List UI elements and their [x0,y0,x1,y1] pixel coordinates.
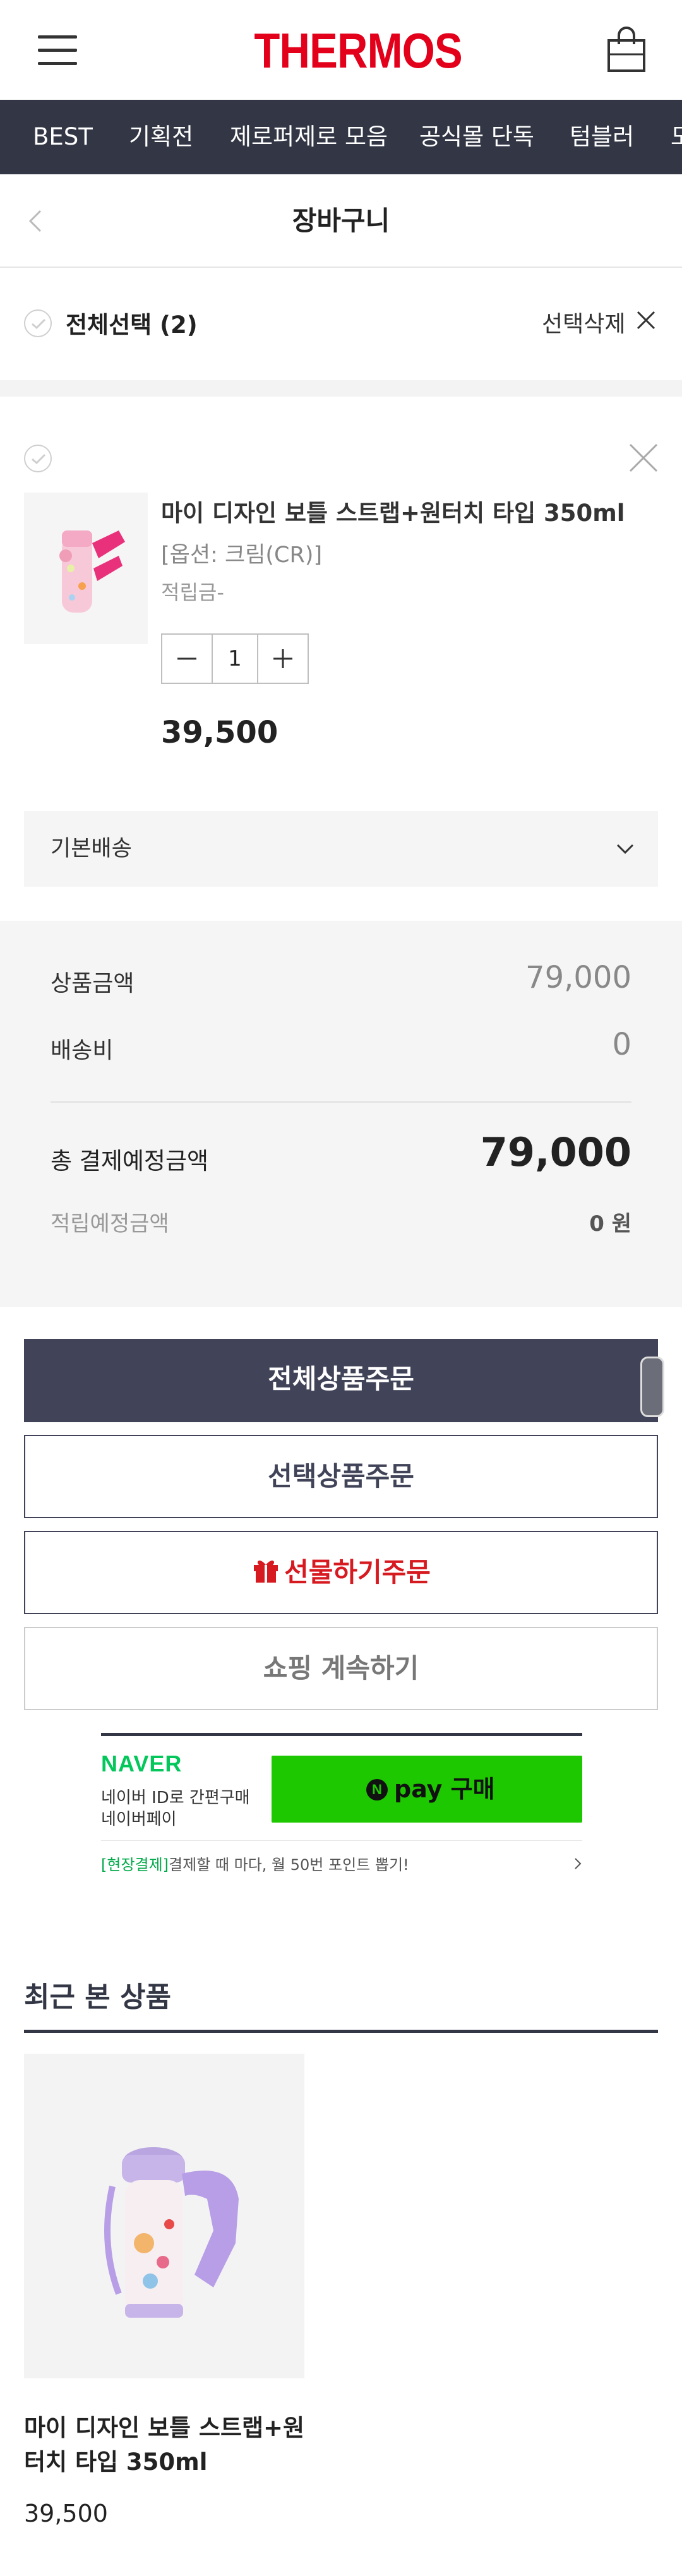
header: THERMOS [0,0,682,100]
select-all-row: 전체선택 (2) 선택삭제 [0,268,682,380]
shipping-method-select[interactable]: 기본배송 [24,811,658,887]
total-label: 총 결제예정금액 [51,1147,209,1175]
recent-products-title: 최근 본 상품 [24,1981,172,2013]
shipping-fee-label: 배송비 [51,1038,114,1063]
points-label: 적립예정금액 [51,1211,169,1237]
gift-order-label: 선물하기주문 [284,1557,431,1588]
section-divider [0,380,682,397]
gift-order-button[interactable]: 선물하기주문 [24,1531,658,1614]
delete-selected-button[interactable]: 선택삭제 [542,306,625,338]
thermos-logo[interactable]: THERMOS [254,23,462,78]
naver-logo: NAVER [101,1751,182,1776]
plus-icon [273,649,292,668]
scroll-handle[interactable] [640,1357,664,1417]
category-item-more[interactable]: 도 [671,100,682,174]
cart-item-name[interactable]: 마이 디자인 보틀 스트랩+원터치 타입 350ml [161,494,625,528]
naver-pay-desc-1: 네이버 ID로 간편구매 [101,1788,250,1807]
cart-item-thumbnail[interactable] [24,493,148,644]
total-value: 79,000 [480,1129,631,1175]
naver-pay-label: pay 구매 [394,1775,495,1803]
page-title-bar: 장바구니 [0,174,682,268]
decrease-quantity-button[interactable] [162,635,212,683]
chevron-right-icon[interactable] [571,1857,585,1871]
naver-n-icon: N [366,1779,388,1800]
increase-quantity-button[interactable] [258,635,308,683]
naver-pay-widget: NAVER 네이버 ID로 간편구매 네이버페이 N pay 구매 [현장결제]… [101,1733,582,1884]
category-item-zero[interactable]: 제로퍼제로 모음 [230,100,388,174]
quantity-input[interactable]: 1 [212,635,258,683]
naver-pay-button[interactable]: N pay 구매 [272,1756,582,1823]
order-all-button[interactable]: 전체상품주문 [24,1339,658,1422]
shipping-method-label: 기본배송 [51,836,132,861]
gift-icon [254,1561,278,1583]
order-selected-button[interactable]: 선택상품주문 [24,1435,658,1518]
check-icon [32,318,46,330]
chevron-down-icon [616,844,634,854]
continue-shopping-button[interactable]: 쇼핑 계속하기 [24,1627,658,1710]
product-amount-value: 79,000 [525,960,631,995]
promo-text: 결제할 때 마다, 월 50번 포인트 뽑기! [169,1856,409,1874]
quantity-stepper: 1 [161,633,309,684]
category-nav: BEST 기획전 제로퍼제로 모음 공식몰 단독 텀블러 도 [0,100,682,174]
cart-item-option: [옵션: 크림(CR)] [161,542,323,568]
product-amount-label: 상품금액 [51,971,135,997]
order-summary: 상품금액 79,000 배송비 0 총 결제예정금액 79,000 적립예정금액… [0,921,682,1307]
shopping-bag-icon[interactable] [606,25,647,73]
remove-item-icon[interactable] [628,442,659,474]
naver-pay-desc-2: 네이버페이 [101,1810,177,1829]
hamburger-icon[interactable] [38,35,77,66]
recent-products-underline [24,2030,658,2033]
recent-product-price: 39,500 [24,2500,108,2527]
naver-pay-top-line [101,1733,582,1736]
category-item-promo[interactable]: 기획전 [129,100,193,174]
bottle-image [104,2147,239,2318]
shipping-fee-value: 0 [612,1027,631,1062]
category-item-best[interactable]: BEST [33,100,93,174]
close-icon[interactable] [635,309,657,331]
item-checkbox[interactable] [24,445,52,472]
points-value: 0 원 [589,1211,631,1237]
category-item-tumbler[interactable]: 텀블러 [570,100,634,174]
naver-pay-promo[interactable]: [현장결제]결제할 때 마다, 월 50번 포인트 뽑기! [101,1840,582,1874]
cart-item-points: 적립금- [161,580,224,604]
cart-item-price: 39,500 [161,715,278,750]
page-title: 장바구니 [292,205,390,236]
category-item-exclusive[interactable]: 공식몰 단독 [419,100,534,174]
recent-product-image[interactable] [24,2054,304,2378]
summary-divider [51,1101,631,1103]
check-icon [32,453,46,465]
promo-highlight: [현장결제] [101,1856,169,1874]
bottle-image [59,530,125,613]
select-all-checkbox[interactable] [24,309,52,337]
minus-icon [177,657,196,660]
recent-product-name[interactable]: 마이 디자인 보틀 스트랩+원터치 타입 350ml [24,2411,314,2479]
select-all-label[interactable]: 전체선택 (2) [66,306,198,340]
